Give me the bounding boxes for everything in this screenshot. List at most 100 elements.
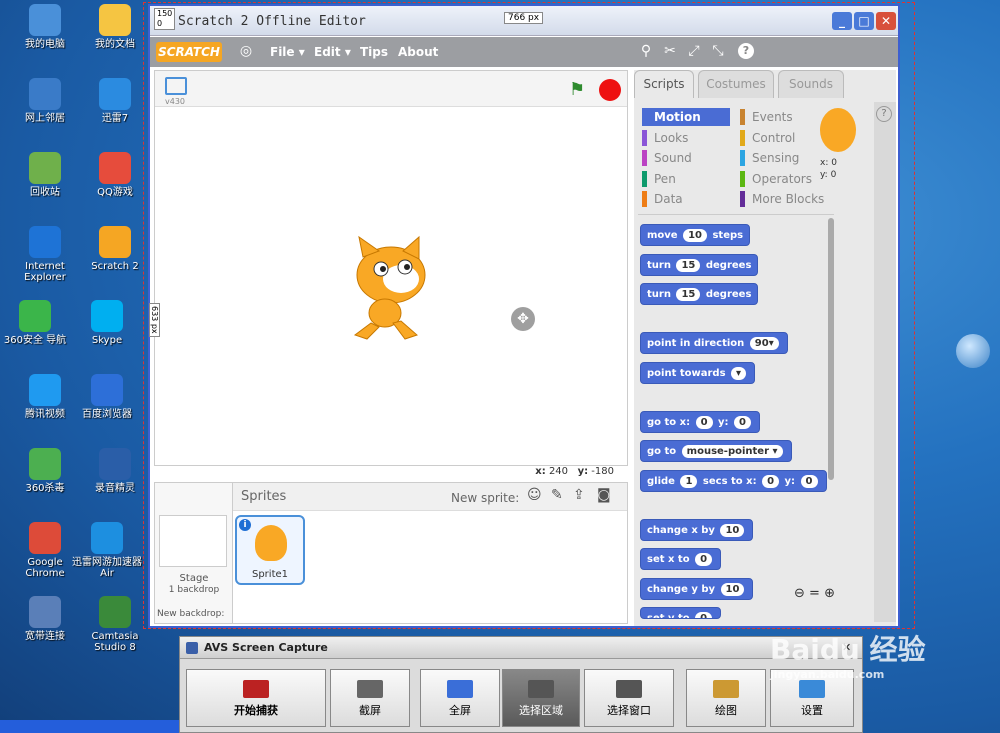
block-change-x[interactable]: change x by 10 bbox=[640, 519, 754, 541]
tab-sounds[interactable]: Sounds bbox=[778, 70, 844, 98]
block-goto-xy[interactable]: go to x: 0 y: 0 bbox=[640, 411, 761, 433]
block-set-x[interactable]: set x to 0 bbox=[640, 548, 722, 570]
stage-thumbnail[interactable] bbox=[159, 515, 227, 567]
zoom-out-icon[interactable]: ⊖ bbox=[794, 586, 805, 601]
avs-button-3[interactable]: 选择区域 bbox=[502, 669, 580, 727]
script-area-strip: ? bbox=[874, 102, 896, 622]
sprite-library-icon[interactable]: ☺ bbox=[527, 487, 542, 503]
desktop-icon[interactable]: Scratch 2 bbox=[80, 226, 150, 272]
taskbar[interactable] bbox=[0, 720, 179, 733]
fullscreen-icon[interactable] bbox=[165, 77, 187, 95]
block-point-towards[interactable]: point towards ▾ bbox=[640, 362, 756, 384]
stage-thumbnail-panel[interactable]: Stage 1 backdrop New backdrop: bbox=[155, 483, 233, 623]
avs-button-0[interactable]: 开始捕获 bbox=[186, 669, 326, 727]
zoom-controls[interactable]: ⊖ = ⊕ bbox=[794, 586, 835, 601]
category-data[interactable]: Data bbox=[642, 190, 683, 208]
desktop-app-icon bbox=[99, 78, 131, 110]
menu-bar: SCRATCH ◎ File ▾ Edit ▾ Tips About ⚲ ✂ ⤢… bbox=[150, 37, 898, 67]
desktop-app-icon bbox=[99, 226, 131, 258]
block-change-y[interactable]: change y by 10 bbox=[640, 578, 754, 600]
avs-screen-capture-toolbar: AVS Screen Capture ✕ 开始捕获 截屏 全屏 选择区域 选择窗口 绘图设… bbox=[179, 636, 863, 733]
paint-sprite-icon[interactable]: ✎ bbox=[551, 487, 563, 503]
desktop-icon[interactable]: 迅雷网游加速器Air bbox=[72, 522, 142, 579]
desktop-icon[interactable]: 360杀毒 bbox=[10, 448, 80, 494]
zoom-in-icon[interactable]: ⊕ bbox=[824, 586, 835, 601]
tab-scripts[interactable]: Scripts bbox=[634, 70, 694, 98]
desktop-icon-label: 宽带连接 bbox=[25, 631, 65, 642]
desktop-app-icon bbox=[99, 4, 131, 36]
desktop-icon[interactable]: 网上邻居 bbox=[10, 78, 80, 124]
cut-icon[interactable]: ✂ bbox=[662, 43, 678, 59]
block-point-dir[interactable]: point in direction 90▾ bbox=[640, 332, 788, 354]
duplicate-icon[interactable]: ⚲ bbox=[638, 43, 654, 59]
block-turn-r[interactable]: turn 15 degrees bbox=[640, 254, 759, 276]
corner-size-label: 150 0 bbox=[154, 8, 176, 30]
category-more-blocks[interactable]: More Blocks bbox=[740, 190, 824, 208]
desktop-icon[interactable]: 录音精灵 bbox=[80, 448, 150, 494]
help-icon[interactable]: ? bbox=[738, 43, 754, 59]
avs-button-5[interactable]: 绘图 bbox=[686, 669, 766, 727]
desktop-icon-label: 我的电脑 bbox=[25, 39, 65, 50]
category-pen[interactable]: Pen bbox=[642, 170, 676, 188]
avs-button-2[interactable]: 全屏 bbox=[420, 669, 500, 727]
block-set-y[interactable]: set y to 0 bbox=[640, 607, 722, 619]
category-motion[interactable]: Motion bbox=[642, 108, 730, 126]
desktop-icon[interactable]: 回收站 bbox=[10, 152, 80, 198]
desktop-icon[interactable]: Skype bbox=[72, 300, 142, 346]
desktop-icon[interactable]: 迅雷7 bbox=[80, 78, 150, 124]
tab-costumes[interactable]: Costumes bbox=[698, 70, 774, 98]
category-sensing[interactable]: Sensing bbox=[740, 149, 799, 167]
desktop-icon[interactable]: 360安全 导航 bbox=[0, 300, 70, 346]
desktop-icon[interactable]: 宽带连接 bbox=[10, 596, 80, 642]
category-color-swatch bbox=[740, 109, 745, 125]
category-operators[interactable]: Operators bbox=[740, 170, 812, 188]
desktop-icon[interactable]: 腾讯视频 bbox=[10, 374, 80, 420]
desktop-app-icon bbox=[19, 300, 51, 332]
upload-sprite-icon[interactable]: ⇪ bbox=[573, 487, 585, 503]
minimize-button[interactable]: _ bbox=[832, 12, 852, 30]
desktop-icon[interactable]: Internet Explorer bbox=[10, 226, 80, 283]
block-glide[interactable]: glide 1 secs to x: 0 y: 0 bbox=[640, 470, 827, 492]
desktop-app-icon bbox=[29, 78, 61, 110]
sprite-thumbnail-sprite1[interactable]: i Sprite1 bbox=[235, 515, 305, 585]
avs-button-1[interactable]: 截屏 bbox=[330, 669, 410, 727]
avs-button-icon bbox=[357, 680, 383, 698]
category-events[interactable]: Events bbox=[740, 108, 793, 126]
menu-about[interactable]: About bbox=[398, 45, 438, 59]
desktop-icon[interactable]: QQ游戏 bbox=[80, 152, 150, 198]
category-looks[interactable]: Looks bbox=[642, 129, 688, 147]
title-bar[interactable]: Scratch 2 Offline Editor 150 0 766 px _ … bbox=[150, 6, 898, 36]
desktop-icon[interactable]: Camtasia Studio 8 bbox=[80, 596, 150, 653]
shrink-icon[interactable]: ⤡ bbox=[710, 43, 726, 59]
sprite-y: y: 0 bbox=[820, 170, 837, 180]
block-move[interactable]: move 10 steps bbox=[640, 224, 751, 246]
camera-icon[interactable]: ◙ bbox=[597, 487, 611, 503]
info-icon[interactable]: i bbox=[239, 519, 251, 531]
avs-title-bar[interactable]: AVS Screen Capture ✕ bbox=[180, 637, 862, 659]
close-button[interactable]: ✕ bbox=[876, 12, 896, 30]
desktop-icon[interactable]: Google Chrome bbox=[10, 522, 80, 579]
block-goto[interactable]: go to mouse-pointer ▾ bbox=[640, 440, 792, 462]
palette-scrollbar[interactable] bbox=[828, 218, 834, 480]
help-question-icon[interactable]: ? bbox=[876, 106, 892, 122]
desktop-icon[interactable]: 我的电脑 bbox=[10, 4, 80, 50]
category-control[interactable]: Control bbox=[740, 129, 795, 147]
avs-button-4[interactable]: 选择窗口 bbox=[584, 669, 674, 727]
desktop-icon-label: 迅雷网游加速器Air bbox=[72, 557, 142, 579]
desktop-icon-label: Scratch 2 bbox=[91, 261, 139, 272]
scratch-cat-sprite[interactable] bbox=[341, 235, 441, 345]
menu-edit[interactable]: Edit ▾ bbox=[314, 45, 351, 59]
block-turn-l[interactable]: turn 15 degrees bbox=[640, 283, 759, 305]
desktop-icon[interactable]: 百度浏览器 bbox=[72, 374, 142, 420]
new-backdrop-label: New backdrop: bbox=[157, 609, 225, 619]
category-sound[interactable]: Sound bbox=[642, 149, 692, 167]
stop-icon[interactable] bbox=[599, 79, 621, 101]
menu-file[interactable]: File ▾ bbox=[270, 45, 305, 59]
menu-tips[interactable]: Tips bbox=[360, 45, 388, 59]
desktop-icon[interactable]: 我的文档 bbox=[80, 4, 150, 50]
globe-icon[interactable]: ◎ bbox=[238, 43, 254, 59]
green-flag-icon[interactable]: ⚑ bbox=[569, 79, 585, 100]
zoom-reset-icon[interactable]: = bbox=[809, 586, 820, 601]
maximize-button[interactable]: □ bbox=[854, 12, 874, 30]
grow-icon[interactable]: ⤢ bbox=[686, 43, 702, 59]
